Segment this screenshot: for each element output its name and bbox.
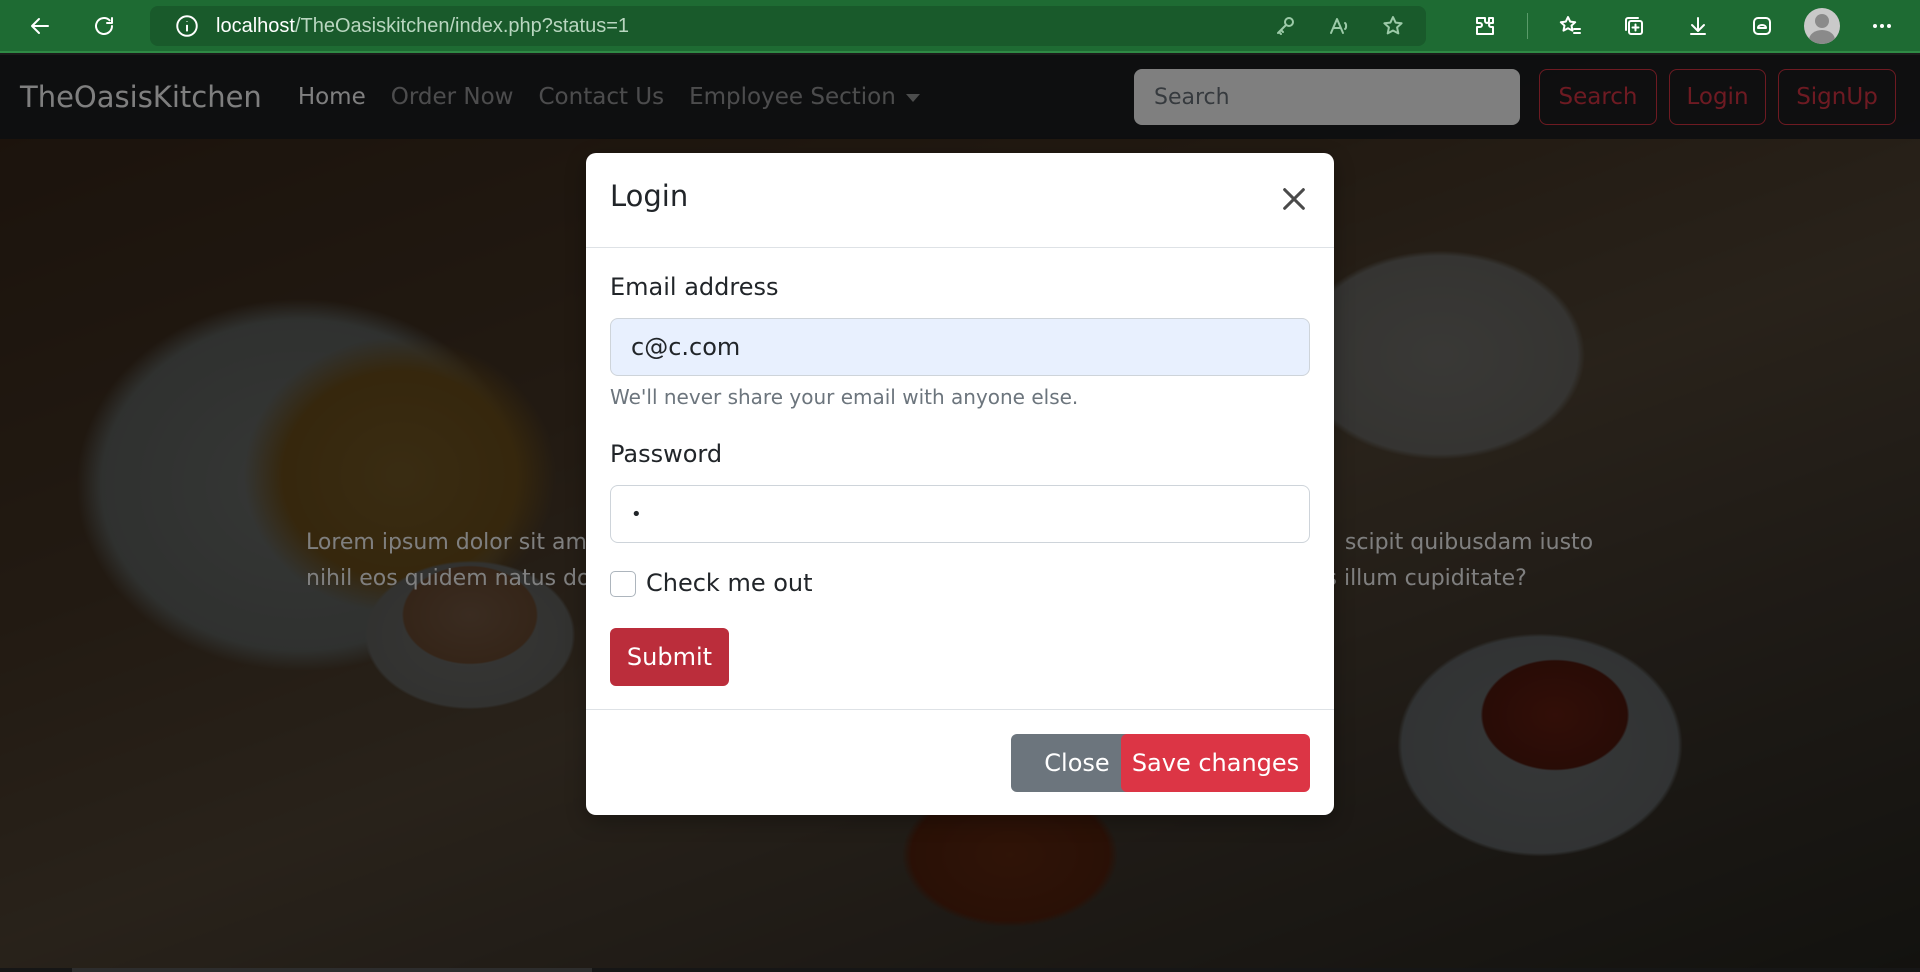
modal-body: Email address c@c.com We'll never share … <box>586 248 1334 708</box>
extensions-icon[interactable] <box>1463 4 1507 48</box>
site-info-icon[interactable] <box>170 9 204 43</box>
password-label: Password <box>610 440 723 468</box>
save-changes-button[interactable]: Save changes <box>1121 734 1310 792</box>
address-bar[interactable]: localhost/TheOasiskitchen/index.php?stat… <box>150 6 1426 46</box>
back-arrow-icon[interactable] <box>18 4 62 48</box>
favorites-icon[interactable] <box>1548 4 1592 48</box>
url-text[interactable]: localhost/TheOasiskitchen/index.php?stat… <box>216 15 629 38</box>
toolbar-divider <box>1527 13 1528 39</box>
reload-icon[interactable] <box>82 4 126 48</box>
key-icon[interactable] <box>1266 7 1304 45</box>
browser-toolbar-right <box>1463 4 1904 48</box>
address-actions <box>1266 6 1412 46</box>
login-modal: Login Email address c@c.com We'll never … <box>586 153 1334 815</box>
profile-avatar[interactable] <box>1804 8 1840 44</box>
browser-toolbar: localhost/TheOasiskitchen/index.php?stat… <box>0 0 1920 53</box>
modal-header: Login <box>586 153 1334 248</box>
email-help-text: We'll never share your email with anyone… <box>610 385 1079 409</box>
downloads-icon[interactable] <box>1676 4 1720 48</box>
add-favorite-icon[interactable] <box>1374 7 1412 45</box>
url-path: /TheOasiskitchen/index.php?status=1 <box>294 14 630 37</box>
checkbox-label[interactable]: Check me out <box>646 569 813 597</box>
submit-button[interactable]: Submit <box>610 628 729 686</box>
modal-title: Login <box>610 179 689 213</box>
collections-icon[interactable] <box>1612 4 1656 48</box>
close-icon[interactable] <box>1276 181 1312 217</box>
email-field[interactable]: c@c.com <box>610 318 1310 376</box>
email-label: Email address <box>610 273 779 301</box>
url-host: localhost <box>216 14 295 37</box>
modal-footer: Close Save changes <box>586 709 1334 815</box>
more-menu-icon[interactable] <box>1860 4 1904 48</box>
page-content: Lorem ipsum dolor sit amscipit quibusdam… <box>0 55 1920 972</box>
browser-essentials-icon[interactable] <box>1740 4 1784 48</box>
check-me-out-checkbox[interactable] <box>610 571 636 597</box>
read-aloud-icon[interactable] <box>1320 7 1358 45</box>
password-field[interactable]: • <box>610 485 1310 543</box>
